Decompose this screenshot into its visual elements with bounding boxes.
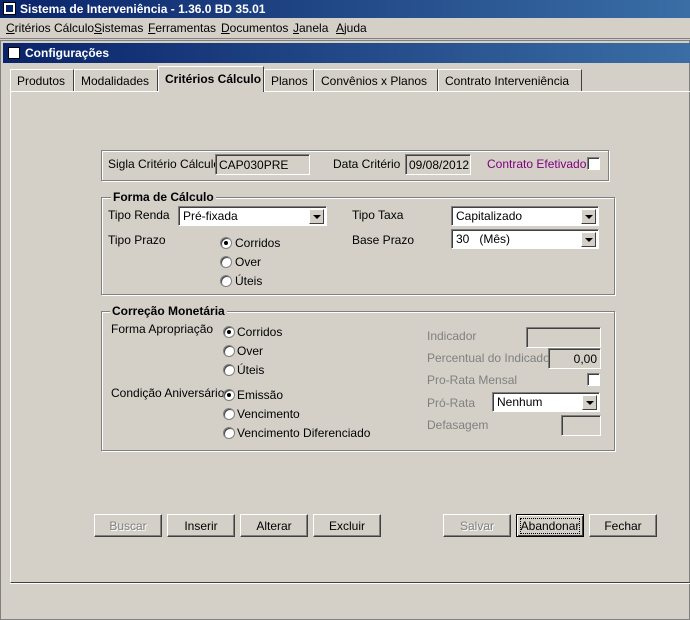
sigla-field[interactable]: CAP030PRE: [215, 154, 310, 175]
base-prazo-value: 30 (Mês): [456, 232, 511, 246]
tipo-taxa-select[interactable]: Capitalizado: [451, 206, 599, 226]
sigla-label: Sigla Critério Cálculo: [108, 157, 221, 171]
tipo-renda-value: Pré-fixada: [183, 209, 238, 223]
defasagem-label: Defasagem: [427, 418, 489, 432]
indicador-label: Indicador: [427, 329, 477, 343]
app-title: Sistema de Interveniência - 1.36.0 BD 35…: [20, 2, 266, 16]
forma-over-radio[interactable]: [223, 345, 235, 357]
prorata-mensal-checkbox[interactable]: [587, 373, 600, 386]
alterar-button[interactable]: Alterar: [240, 514, 308, 537]
tab-criterios-calculo[interactable]: Critérios Cálculo: [158, 66, 264, 92]
menu-sistemas[interactable]: Sistemas: [94, 21, 143, 35]
base-prazo-label: Base Prazo: [352, 233, 415, 247]
chevron-down-icon[interactable]: [309, 209, 324, 224]
prazo-corridos-label: Corridos: [235, 236, 281, 250]
fechar-button[interactable]: Fechar: [589, 514, 657, 537]
condicao-venc-diferenciado-radio[interactable]: [223, 427, 235, 439]
prazo-uteis-radio[interactable]: [220, 275, 232, 287]
abandonar-label: Abandonar: [519, 518, 581, 534]
data-criterio-field[interactable]: 09/08/2012: [405, 154, 471, 175]
base-prazo-select[interactable]: 30 (Mês): [451, 229, 599, 249]
condicao-venc-diferenciado-label: Vencimento Diferenciado: [237, 426, 371, 440]
prorata-mensal-label: Pro-Rata Mensal: [427, 373, 518, 387]
contrato-efetivado-checkbox[interactable]: [587, 157, 600, 170]
condicao-emissao-radio[interactable]: [223, 389, 235, 401]
child-title: Configurações: [25, 46, 110, 60]
chevron-down-icon[interactable]: [581, 232, 596, 247]
prazo-corridos-radio[interactable]: [220, 237, 232, 249]
menu-janela[interactable]: Janela: [293, 21, 328, 35]
inserir-button[interactable]: Inserir: [167, 514, 235, 537]
tab-contrato-interveniencia[interactable]: Contrato Interveniência: [438, 69, 582, 91]
forma-uteis-radio[interactable]: [223, 364, 235, 376]
abandonar-button[interactable]: Abandonar: [516, 514, 584, 537]
percentual-field[interactable]: 0,00: [548, 348, 601, 369]
tipo-renda-label: Tipo Renda: [108, 208, 170, 222]
menu-ajuda[interactable]: Ajuda: [336, 21, 367, 35]
buscar-button[interactable]: Buscar: [94, 514, 162, 537]
forma-calculo-title: Forma de Cálculo: [111, 190, 216, 204]
forma-corridos-label: Corridos: [237, 325, 283, 339]
contrato-efetivado-label: Contrato Efetivado: [487, 157, 587, 171]
prazo-uteis-label: Úteis: [235, 274, 263, 288]
chevron-down-icon[interactable]: [582, 395, 597, 410]
condicao-aniversario-label: Condição Aniversário: [111, 386, 225, 400]
tipo-prazo-label: Tipo Prazo: [108, 233, 166, 247]
tab-convenios-planos[interactable]: Convênios x Planos: [314, 69, 438, 91]
menu-bar: Critérios Cálculo Sistemas Ferramentas D…: [0, 18, 690, 39]
prazo-over-radio[interactable]: [220, 256, 232, 268]
prazo-over-label: Over: [235, 255, 262, 269]
tipo-taxa-value: Capitalizado: [456, 209, 523, 223]
percentual-label: Percentual do Indicador: [427, 351, 554, 365]
tab-planos[interactable]: Planos: [264, 69, 314, 91]
window-icon: [8, 47, 20, 59]
salvar-button[interactable]: Salvar: [443, 514, 511, 537]
data-criterio-label: Data Critério: [333, 157, 401, 171]
app-icon: [3, 2, 16, 15]
forma-apropriacao-label: Forma Apropriação: [111, 322, 214, 336]
tab-produtos[interactable]: Produtos: [10, 69, 74, 91]
tab-modalidades[interactable]: Modalidades: [74, 69, 158, 91]
app-title-bar: Sistema de Interveniência - 1.36.0 BD 35…: [0, 0, 690, 18]
prorata-select[interactable]: Nenhum: [492, 392, 600, 412]
tipo-taxa-label: Tipo Taxa: [352, 208, 404, 222]
forma-corridos-radio[interactable]: [223, 326, 235, 338]
child-title-bar: Configurações: [3, 43, 690, 63]
menu-ferramentas[interactable]: Ferramentas: [148, 21, 216, 35]
condicao-vencimento-label: Vencimento: [237, 407, 300, 421]
prorata-label: Pró-Rata: [427, 396, 476, 410]
forma-uteis-label: Úteis: [237, 363, 265, 377]
excluir-button[interactable]: Excluir: [313, 514, 381, 537]
indicador-field[interactable]: [526, 327, 601, 348]
forma-over-label: Over: [237, 344, 264, 358]
condicao-vencimento-radio[interactable]: [223, 408, 235, 420]
defasagem-field[interactable]: [561, 415, 601, 436]
menu-documentos[interactable]: Documentos: [221, 21, 288, 35]
prorata-value: Nenhum: [497, 395, 543, 409]
menu-criterios-calculo[interactable]: Critérios Cálculo: [6, 21, 94, 35]
correcao-monetaria-title: Correção Monetária: [110, 304, 227, 318]
chevron-down-icon[interactable]: [581, 209, 596, 224]
status-divider: [10, 583, 690, 584]
condicao-emissao-label: Emissão: [237, 388, 284, 402]
tipo-renda-select[interactable]: Pré-fixada: [178, 206, 327, 226]
